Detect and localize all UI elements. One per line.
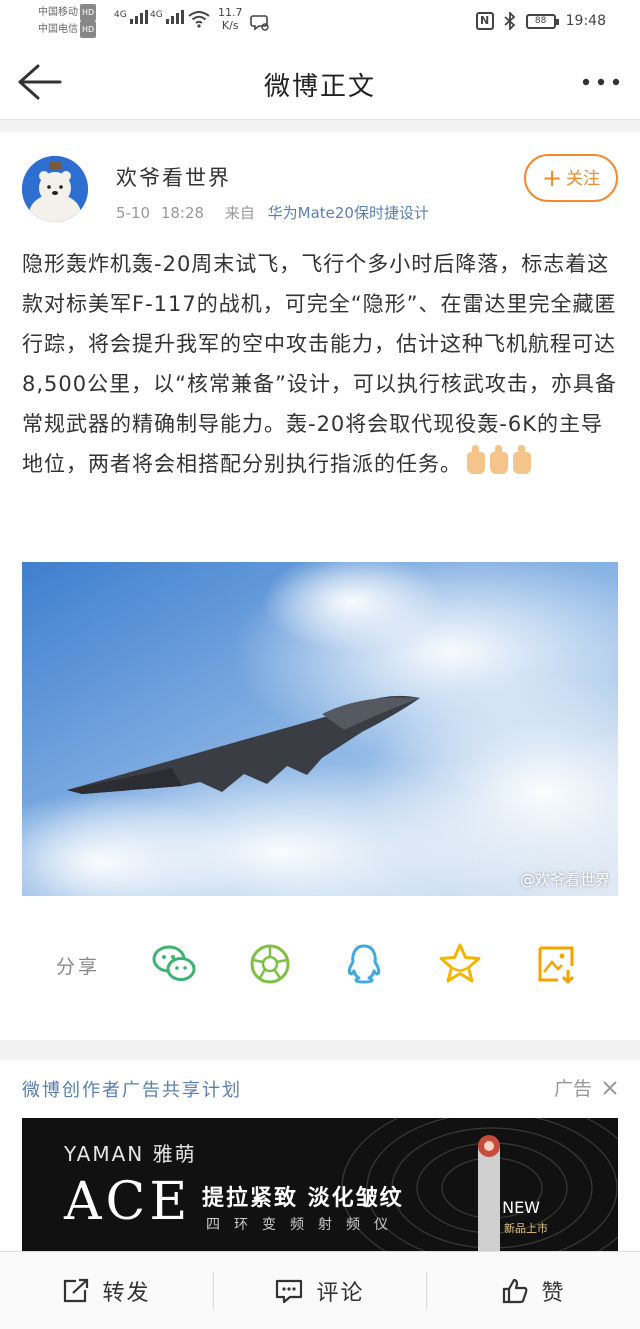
share-label: 分享 — [56, 956, 101, 978]
battery-icon: 88 — [525, 13, 559, 29]
nav-bar: 微博正文 — [0, 44, 640, 120]
qq-icon[interactable] — [340, 940, 388, 988]
wifi-icon — [188, 11, 210, 28]
thumbs-up-icon — [467, 445, 485, 474]
wechat-icon[interactable] — [150, 940, 198, 988]
moments-icon[interactable] — [246, 940, 294, 988]
bluetooth-icon — [504, 12, 515, 30]
more-icon[interactable] — [580, 74, 622, 90]
ad-banner[interactable]: YAMAN 雅萌 ACE 提拉紧致 淡化皱纹 四环变频射频仪 NEW 新品上市 — [22, 1118, 618, 1260]
close-icon[interactable] — [602, 1080, 618, 1096]
hd-badge: HD — [80, 4, 97, 21]
ad-subline: 四环变频射频仪 — [206, 1217, 402, 1233]
notification-bubble-icon — [250, 15, 269, 31]
share-row: 分享 — [0, 932, 640, 1002]
carrier-info: 中国移动 HD 中国电信 HD — [38, 4, 97, 38]
post-meta: 5-10 18:28 来自 华为Mate20保时捷设计 — [116, 202, 429, 223]
comment-label: 评论 — [316, 1281, 365, 1306]
like-button[interactable]: 赞 — [427, 1252, 640, 1329]
avatar[interactable] — [22, 156, 88, 222]
post-date: 5-10 — [116, 204, 151, 222]
like-label: 赞 — [541, 1281, 566, 1306]
repost-button[interactable]: 转发 — [0, 1252, 213, 1329]
thumbs-up-icon — [503, 1278, 528, 1304]
clock: 19:48 — [565, 13, 606, 29]
post-image[interactable]: @欢爷看世界 — [22, 562, 618, 896]
stealth-bomber-photo — [22, 562, 618, 896]
follow-button[interactable]: + 关注 — [524, 154, 618, 202]
username[interactable]: 欢爷看世界 — [116, 162, 231, 192]
signal-icon: 4G — [114, 10, 148, 24]
favorite-star-icon[interactable] — [436, 940, 484, 988]
post-body: 隐形轰炸机轰-20周末试飞，飞行个多小时后降落，标志着这款对标美军F-117的战… — [22, 244, 618, 484]
ad-headline: 提拉紧致 淡化皱纹 — [202, 1186, 404, 1211]
carrier-1: 中国移动 — [38, 7, 78, 18]
post-text: 隐形轰炸机轰-20周末试飞，飞行个多小时后降落，标志着这款对标美军F-117的战… — [22, 252, 617, 476]
ad-label[interactable]: 广告 — [554, 1074, 618, 1101]
bear-avatar-icon — [22, 156, 88, 222]
thumbs-up-icon — [490, 445, 508, 474]
ad-product-name: ACE — [64, 1172, 192, 1232]
page-title: 微博正文 — [263, 72, 376, 102]
ad-card: 微博创作者广告共享计划 广告 YAMAN 雅萌 ACE 提拉紧致 淡化皱纹 四环… — [0, 1060, 640, 1260]
source-prefix: 来自 — [224, 204, 255, 222]
repost-icon — [64, 1278, 89, 1303]
follow-label: 关注 — [566, 169, 601, 189]
save-image-icon[interactable] — [532, 940, 580, 988]
repost-label: 转发 — [102, 1281, 151, 1306]
nfc-icon: N — [475, 12, 494, 30]
post-time: 18:28 — [160, 204, 205, 222]
ad-brand: YAMAN 雅萌 — [64, 1142, 197, 1166]
ad-program-title[interactable]: 微博创作者广告共享计划 — [22, 1076, 242, 1102]
network-speed: 11.7 K/s — [218, 6, 243, 32]
hd-badge: HD — [80, 21, 97, 38]
ad-new-sub: 新品上市 — [504, 1222, 548, 1235]
bottom-action-bar: 转发 评论 赞 — [0, 1251, 640, 1329]
signal-icon-2: 4G — [150, 10, 184, 24]
status-bar: 中国移动 HD 中国电信 HD 4G 4G 11.7 K/s N 88 19:48 — [0, 0, 640, 44]
post-source[interactable]: 华为Mate20保时捷设计 — [268, 204, 429, 222]
image-watermark: @欢爷看世界 — [519, 871, 610, 889]
plus-icon: + — [541, 164, 563, 192]
comment-icon — [276, 1279, 303, 1304]
thumbs-up-icon — [513, 445, 531, 474]
ad-new-badge: NEW — [502, 1198, 540, 1217]
post-card: 欢爷看世界 5-10 18:28 来自 华为Mate20保时捷设计 + 关注 隐形… — [0, 132, 640, 1040]
comment-button[interactable]: 评论 — [213, 1252, 426, 1329]
carrier-2: 中国电信 — [38, 24, 78, 35]
